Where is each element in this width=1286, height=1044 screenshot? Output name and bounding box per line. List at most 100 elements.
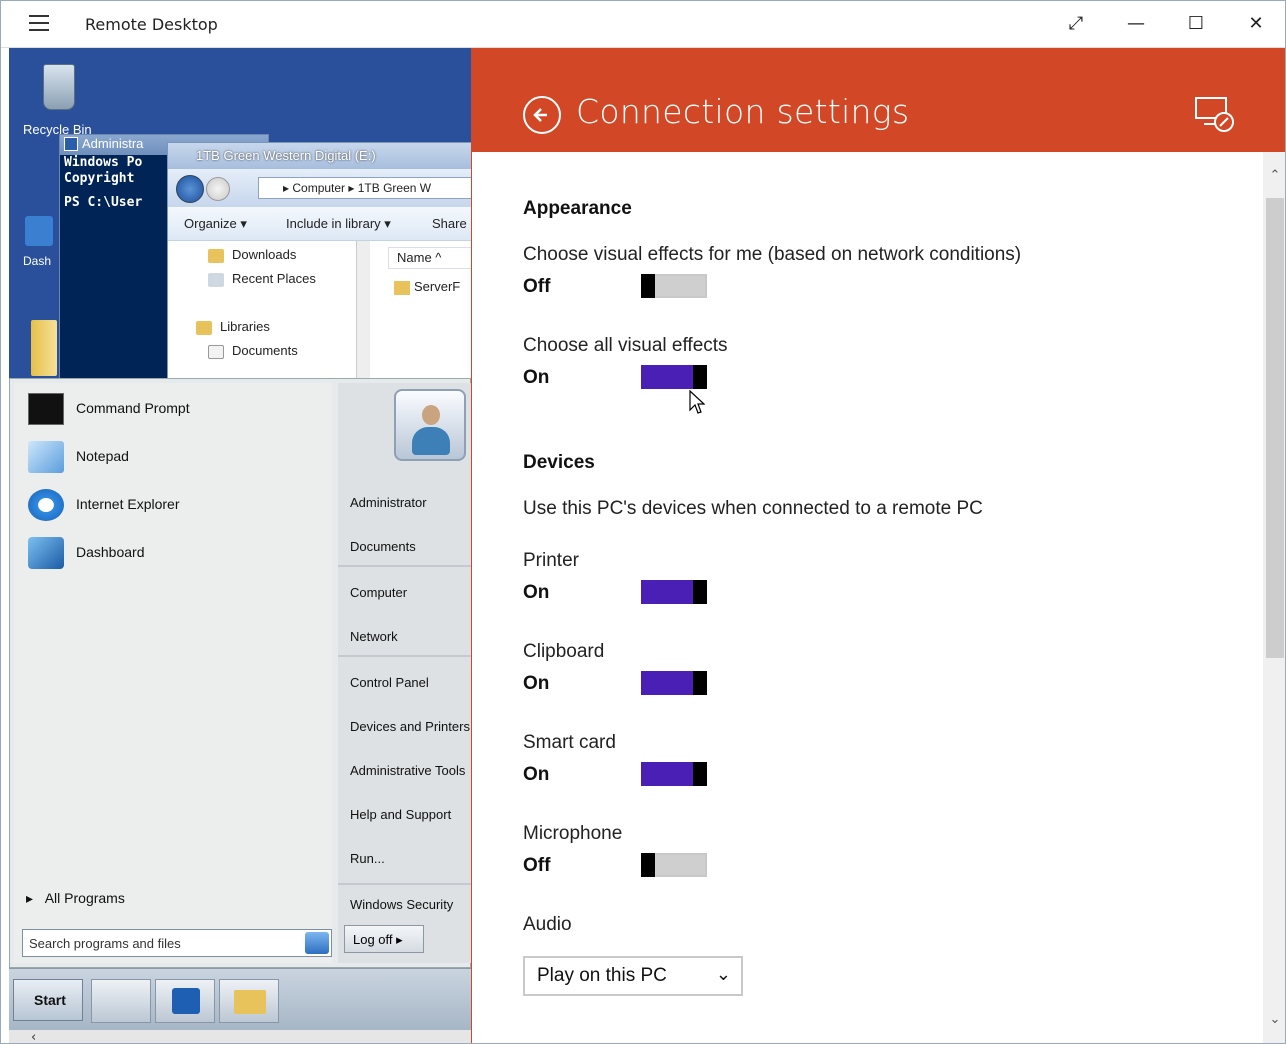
- start-item-label: Dashboard: [76, 544, 145, 560]
- start-place-run[interactable]: Run...: [350, 851, 385, 866]
- remote-horizontal-scrollbar[interactable]: ‹: [9, 1030, 471, 1043]
- dashboard-desktop-icon[interactable]: [25, 216, 53, 246]
- microphone-state: Off: [523, 855, 551, 876]
- minimize-button[interactable]: —: [1123, 11, 1149, 37]
- start-place-admin-tools[interactable]: Administrative Tools: [350, 763, 465, 778]
- scroll-up-icon[interactable]: ⌃: [1263, 168, 1285, 190]
- share-button[interactable]: Share: [432, 216, 467, 231]
- clipboard-state: On: [523, 673, 550, 694]
- microphone-toggle[interactable]: [641, 853, 707, 877]
- visual-effects-auto-state: Off: [523, 276, 551, 297]
- file-item[interactable]: ServerF: [414, 279, 460, 294]
- organize-button[interactable]: Organize ▾: [184, 216, 247, 232]
- page-title: Connection settings: [576, 92, 910, 131]
- address-input[interactable]: ▸ Computer ▸ 1TB Green W: [258, 177, 471, 199]
- maximize-button[interactable]: ☐: [1183, 11, 1209, 37]
- explorer-taskbar-icon[interactable]: [219, 979, 279, 1023]
- log-off-button[interactable]: Log off ▸: [344, 925, 424, 953]
- start-item-internet-explorer[interactable]: Internet Explorer: [24, 485, 324, 525]
- smart-card-toggle[interactable]: [641, 762, 707, 786]
- nav-item-libraries[interactable]: Libraries: [220, 319, 270, 334]
- remote-desktop-view[interactable]: Recycle Bin Dash Administra Windows Po C…: [9, 48, 471, 1043]
- explorer-title: 1TB Green Western Digital (E:): [168, 143, 471, 169]
- chevron-down-icon: ⌄: [715, 964, 731, 984]
- all-visual-effects-toggle[interactable]: [641, 365, 707, 389]
- session-icon[interactable]: [1194, 96, 1236, 134]
- close-button[interactable]: ✕: [1243, 11, 1269, 37]
- clipboard-toggle[interactable]: [641, 671, 707, 695]
- log-off-label: Log off: [353, 932, 393, 947]
- start-place-network[interactable]: Network: [350, 629, 398, 644]
- smart-card-label: Smart card: [523, 732, 616, 753]
- all-programs-label: All Programs: [44, 890, 125, 906]
- start-button[interactable]: Start: [13, 979, 83, 1021]
- start-place-documents[interactable]: Documents: [350, 539, 416, 554]
- dashboard-icon: [28, 537, 64, 569]
- start-place-help-support[interactable]: Help and Support: [350, 807, 451, 822]
- folder-icon: [394, 281, 410, 295]
- start-menu: Command Prompt Notepad Internet Explorer…: [9, 378, 471, 968]
- start-search-input[interactable]: Search programs and files: [22, 929, 332, 957]
- start-place-administrator[interactable]: Administrator: [350, 495, 427, 510]
- remote-taskbar: Start: [9, 968, 471, 1030]
- all-visual-effects-state: On: [523, 367, 550, 388]
- smart-card-state: On: [523, 764, 550, 785]
- connection-settings-panel: Connection settings Appearance Choose vi…: [471, 48, 1285, 1043]
- section-appearance: Appearance: [523, 198, 632, 219]
- printer-state: On: [523, 582, 550, 603]
- start-place-windows-security[interactable]: Windows Security: [350, 897, 453, 912]
- clipboard-label: Clipboard: [523, 641, 605, 662]
- start-place-devices-printers[interactable]: Devices and Printers: [350, 719, 470, 734]
- back-arrow-icon[interactable]: [523, 96, 561, 134]
- section-devices: Devices: [523, 452, 595, 473]
- title-bar: Remote Desktop ⤢ — ☐ ✕: [1, 1, 1285, 48]
- all-visual-effects-label: Choose all visual effects: [523, 335, 728, 356]
- microphone-label: Microphone: [523, 823, 623, 844]
- recycle-bin-icon[interactable]: [37, 58, 81, 114]
- start-item-label: Command Prompt: [76, 400, 190, 416]
- folder-icon[interactable]: [31, 320, 57, 376]
- command-prompt-icon: [28, 393, 64, 425]
- printer-label: Printer: [523, 550, 579, 571]
- visual-effects-auto-label: Choose visual effects for me (based on n…: [523, 244, 1022, 265]
- search-icon[interactable]: [305, 932, 329, 954]
- include-in-library-button[interactable]: Include in library ▾: [286, 216, 391, 232]
- all-programs-button[interactable]: ▸ All Programs: [26, 890, 125, 907]
- server-manager-icon[interactable]: [91, 979, 151, 1023]
- explorer-window[interactable]: 1TB Green Western Digital (E:) ▸ Compute…: [167, 142, 471, 383]
- dashboard-desktop-label: Dash: [23, 254, 52, 268]
- explorer-toolbar: Organize ▾ Include in library ▾ Share: [168, 207, 471, 241]
- user-avatar[interactable]: [394, 389, 466, 461]
- explorer-scrollbar[interactable]: [356, 241, 370, 383]
- start-place-control-panel[interactable]: Control Panel: [350, 675, 429, 690]
- internet-explorer-icon: [28, 489, 64, 521]
- powershell-taskbar-icon[interactable]: [155, 979, 215, 1023]
- start-menu-programs: Command Prompt Notepad Internet Explorer…: [14, 383, 332, 963]
- devices-description: Use this PC's devices when connected to …: [523, 498, 983, 519]
- back-arrow-icon[interactable]: [176, 175, 204, 203]
- start-menu-places: Administrator Documents Computer Network…: [338, 383, 471, 963]
- printer-toggle[interactable]: [641, 580, 707, 604]
- divider: [338, 655, 471, 657]
- name-column-header[interactable]: Name ^: [388, 247, 471, 269]
- fullscreen-icon[interactable]: ⤢: [1063, 11, 1089, 37]
- start-item-notepad[interactable]: Notepad: [24, 437, 324, 477]
- settings-scrollbar[interactable]: ⌃ ⌄: [1263, 152, 1285, 1043]
- scrollbar-thumb[interactable]: [1266, 198, 1284, 658]
- visual-effects-auto-toggle[interactable]: [641, 274, 707, 298]
- remote-desktop-window: Remote Desktop ⤢ — ☐ ✕ Recycle Bin Dash …: [0, 0, 1286, 1044]
- audio-dropdown[interactable]: Play on this PC ⌄: [523, 956, 743, 996]
- start-place-computer[interactable]: Computer: [350, 585, 407, 600]
- explorer-file-list: Name ^ ServerF: [378, 241, 471, 383]
- powershell-icon: [64, 137, 78, 151]
- forward-arrow-icon[interactable]: [206, 177, 230, 201]
- start-item-dashboard[interactable]: Dashboard: [24, 533, 324, 573]
- settings-header: Connection settings: [472, 48, 1285, 152]
- nav-item-recent-places[interactable]: Recent Places: [232, 271, 316, 286]
- nav-item-downloads[interactable]: Downloads: [232, 247, 296, 262]
- scroll-down-icon[interactable]: ⌄: [1263, 1012, 1285, 1034]
- libraries-folder-icon: [196, 321, 212, 335]
- nav-item-documents[interactable]: Documents: [232, 343, 298, 358]
- hamburger-menu-icon[interactable]: [29, 15, 49, 33]
- start-item-command-prompt[interactable]: Command Prompt: [24, 389, 324, 429]
